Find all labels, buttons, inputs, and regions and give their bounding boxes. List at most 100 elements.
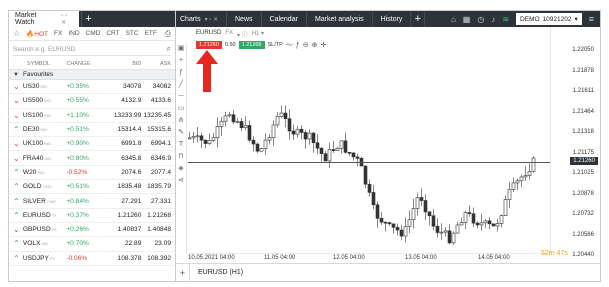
time-tick-label: 11.05 04:00 bbox=[264, 255, 296, 261]
candlestick-chart[interactable] bbox=[188, 43, 550, 253]
printer-icon[interactable]: ⎙ bbox=[165, 29, 171, 39]
bid-cell[interactable]: 15314.4 bbox=[106, 126, 142, 133]
chart-icon[interactable]: ▦ bbox=[463, 15, 471, 24]
price-axis[interactable]: 1.22050 1.21878 1.21611 1.21464 1.21318 1.211… bbox=[550, 27, 600, 258]
col-ask[interactable]: ASK bbox=[141, 61, 171, 67]
list-item[interactable]: ⌃ GOLDCMD +0.51% 1835.48 1835.79 bbox=[9, 180, 175, 195]
tab-news[interactable]: News bbox=[226, 11, 261, 27]
bid-cell[interactable]: 6991.8 bbox=[106, 140, 141, 147]
tool-indicator-icon[interactable]: ƒ bbox=[176, 67, 186, 79]
window-icons[interactable]: ▫ ▫ ✕ bbox=[61, 13, 73, 26]
ask-cell[interactable]: 6994.1 bbox=[141, 140, 171, 147]
home-icon[interactable]: ⌂ bbox=[451, 15, 456, 24]
tool-hline-icon[interactable]: ─ bbox=[176, 91, 186, 103]
bid-cell[interactable]: 1835.48 bbox=[106, 183, 142, 190]
time-axis[interactable]: 10.05.2021 04:00 11.05 04:00 12.05 04:00 13… bbox=[188, 253, 550, 263]
tool-pitchfork-icon[interactable]: ⋔ bbox=[176, 115, 186, 127]
search-icon[interactable]: ⌕ bbox=[167, 44, 171, 54]
col-bid[interactable]: BID bbox=[106, 61, 141, 67]
add-chart-button[interactable]: + bbox=[176, 263, 190, 282]
tool-cursor-icon[interactable]: ▣ bbox=[176, 43, 186, 55]
bell-icon[interactable]: ♪ bbox=[491, 15, 495, 24]
chart-symbol[interactable]: EURUSD bbox=[196, 30, 221, 39]
add-panel-button[interactable]: + bbox=[81, 11, 95, 27]
ask-cell[interactable]: 1.40848 bbox=[141, 226, 171, 233]
ask-cell[interactable]: 2077.4 bbox=[141, 169, 171, 176]
candle-body bbox=[463, 212, 468, 223]
list-item[interactable]: ⌃ VOLXIND +0.70% 22.89 23.09 bbox=[9, 237, 175, 252]
timeframe-selector[interactable]: H1 ▾ bbox=[252, 30, 264, 39]
filter-stc[interactable]: STC bbox=[126, 30, 139, 37]
chart-tab-label[interactable]: EURUSD (H1) bbox=[190, 269, 243, 276]
bid-cell[interactable]: 2074.6 bbox=[106, 169, 141, 176]
bid-cell[interactable]: 6345.8 bbox=[106, 155, 141, 162]
list-item[interactable]: ⌄ FRA40IND +0.80% 6345.8 6346.9 bbox=[9, 151, 175, 166]
search-input[interactable]: Search e.g. EURUSD ⌕ bbox=[13, 43, 171, 56]
star-icon[interactable]: ☆ bbox=[13, 29, 20, 38]
bid-cell[interactable]: 1.21260 bbox=[106, 212, 142, 219]
ask-cell[interactable]: 15315.6 bbox=[141, 126, 171, 133]
list-item[interactable]: ⌃ EURUSDFX +0.37% 1.21260 1.21268 bbox=[9, 209, 175, 223]
ask-cell[interactable]: 13235.45 bbox=[141, 112, 171, 119]
clock-icon[interactable]: ◷ bbox=[477, 15, 484, 24]
col-change[interactable]: CHANGE bbox=[66, 61, 105, 67]
ask-cell[interactable]: 6346.9 bbox=[141, 155, 171, 162]
list-item[interactable]: ⌄ UK100IND +0.90% 6991.8 6994.1 bbox=[9, 137, 175, 152]
list-item[interactable]: ⌄ US30IND +0.35% 34078 34082 bbox=[9, 80, 175, 95]
change-cell: +0.70% bbox=[66, 240, 89, 248]
window-icons[interactable]: ▾ ▫ ✕ bbox=[205, 16, 219, 23]
bid-cell[interactable]: 34078 bbox=[106, 83, 141, 90]
tool-share-icon[interactable]: ⋖ bbox=[176, 175, 186, 187]
favourites-group[interactable]: ▼ Favourites bbox=[9, 69, 175, 80]
bid-cell[interactable]: 108.378 bbox=[106, 255, 142, 262]
collapse-triangle-icon[interactable]: ▼ bbox=[13, 72, 19, 78]
menu-icon[interactable]: ≡ bbox=[589, 14, 594, 24]
market-watch-tab[interactable]: Market Watch ▫ ▫ ✕ bbox=[9, 11, 79, 27]
symbol-cell: SILVERCMD bbox=[22, 197, 56, 205]
list-item[interactable]: ⌃ USDJPYFX -0.06% 108.378 108.392 bbox=[9, 252, 175, 266]
tool-rect-icon[interactable]: ▭ bbox=[176, 103, 186, 115]
trading-platform: Market Watch ▫ ▫ ✕ + ☆ 🔥HOT FX IND CMD C… bbox=[8, 10, 601, 282]
tab-charts[interactable]: Charts ▾ ▫ ✕ bbox=[176, 11, 226, 27]
filter-cmd[interactable]: CMD bbox=[86, 30, 101, 37]
tool-crosshair-icon[interactable]: + bbox=[176, 55, 186, 67]
tool-text-icon[interactable]: T bbox=[176, 139, 186, 151]
candle-body bbox=[435, 225, 440, 233]
filter-hot[interactable]: 🔥HOT bbox=[26, 30, 48, 38]
bid-cell[interactable]: 27.291 bbox=[106, 198, 141, 205]
list-item[interactable]: ⌃ DE30IND +0.51% 15314.4 15315.6 bbox=[9, 123, 175, 138]
ask-cell[interactable]: 108.392 bbox=[141, 255, 171, 262]
filter-etf[interactable]: ETF bbox=[145, 30, 157, 37]
filter-ind[interactable]: IND bbox=[68, 30, 79, 37]
bid-cell[interactable]: 4132.9 bbox=[106, 97, 141, 104]
col-symbol[interactable]: SYMBOL bbox=[13, 61, 66, 67]
tab-market-analysis[interactable]: Market analysis bbox=[305, 11, 372, 27]
account-selector[interactable]: DEMO 10921202 ▾ bbox=[516, 13, 582, 25]
tool-line-icon[interactable]: ╱ bbox=[176, 79, 186, 91]
tab-history[interactable]: History bbox=[371, 11, 411, 27]
list-item[interactable]: ⌄ US500IND +0.55% 4132.9 4133.6 bbox=[9, 94, 175, 109]
ask-cell[interactable]: 27.331 bbox=[141, 198, 171, 205]
filter-fx[interactable]: FX bbox=[54, 30, 62, 37]
ask-cell[interactable]: 1.21268 bbox=[141, 212, 171, 219]
list-item[interactable]: ⌄ US100IND +1.10% 13233.99 13235.45 bbox=[9, 109, 175, 123]
ask-cell[interactable]: 1835.79 bbox=[141, 183, 171, 190]
chart-area[interactable]: EURUSD FX ▾ ⓘ H1 ▾ 1.21260 0.50 1.21268 … bbox=[176, 27, 600, 282]
list-item[interactable]: ⌃ W20IND -0.52% 2074.6 2077.4 bbox=[9, 166, 175, 181]
bid-cell[interactable]: 22.89 bbox=[106, 240, 142, 247]
tool-brush-icon[interactable]: ✎ bbox=[176, 127, 186, 139]
tool-magnet-icon[interactable]: ⊓ bbox=[176, 151, 186, 163]
tab-calendar[interactable]: Calendar bbox=[260, 11, 306, 27]
ask-cell[interactable]: 34082 bbox=[141, 83, 171, 90]
filter-crt[interactable]: CRT bbox=[106, 30, 119, 37]
add-tab-button[interactable]: + bbox=[410, 11, 426, 27]
ask-cell[interactable]: 23.09 bbox=[141, 240, 171, 247]
list-item[interactable]: ⌃ SILVERCMD +0.84% 27.291 27.331 bbox=[9, 194, 175, 209]
ask-cell[interactable]: 4133.6 bbox=[141, 97, 171, 104]
list-item[interactable]: ⌄ GBPUSDFX +0.26% 1.40837 1.40848 bbox=[9, 223, 175, 238]
bid-cell[interactable]: 13233.99 bbox=[106, 112, 142, 119]
market-watch-panel: Market Watch ▫ ▫ ✕ + ☆ 🔥HOT FX IND CMD C… bbox=[9, 11, 176, 281]
chart-options-icons[interactable]: ▾ ⓘ bbox=[237, 30, 248, 39]
tool-layers-icon[interactable]: ◈ bbox=[176, 163, 186, 175]
bid-cell[interactable]: 1.40837 bbox=[106, 226, 142, 233]
